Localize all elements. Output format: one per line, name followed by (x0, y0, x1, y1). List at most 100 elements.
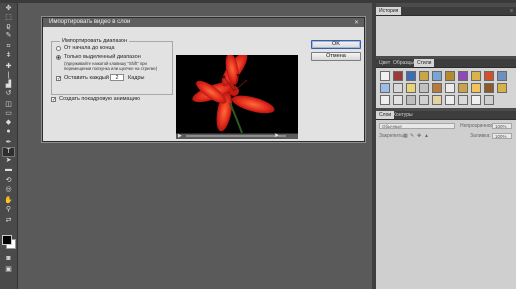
quick-select-tool-icon[interactable]: ✎ (3, 32, 14, 40)
layers-panel: Обычные Непрозрачность: 100% Закрепить: … (376, 120, 516, 289)
styles-panel-tabbar: Цвет Образцы Стили (376, 59, 516, 68)
dodge-tool-icon[interactable]: ● (3, 128, 14, 136)
option-full-label: От начала до конца (64, 45, 115, 51)
style-swatch[interactable] (432, 71, 442, 81)
panel-dock: История ≡ Цвет Образцы Стили Слои Контур… (376, 3, 516, 289)
layers-panel-tabbar: Слои Контуры (376, 111, 516, 120)
style-swatch[interactable] (432, 83, 442, 93)
scrubber-track[interactable] (186, 135, 286, 137)
keep-every-label: Оставить каждый (64, 75, 109, 81)
foreground-color-swatch[interactable] (2, 235, 12, 245)
eraser-tool-icon[interactable]: ◫ (3, 101, 14, 109)
dialog-body: Импортировать диапазон От начала до конц… (43, 27, 364, 141)
lock-move-icon[interactable]: ✥ (417, 133, 421, 139)
close-icon[interactable]: ✕ (354, 19, 359, 26)
style-swatch[interactable] (380, 71, 390, 81)
frames-label: Кадры (128, 75, 145, 81)
style-swatch[interactable] (380, 95, 390, 105)
style-swatch[interactable] (484, 71, 494, 81)
range-group: Импортировать диапазон От начала до конц… (51, 38, 173, 95)
dialog-title: Импортировать видео в слои (43, 18, 364, 27)
lock-label: Закрепить: (379, 133, 405, 139)
play-icon[interactable]: ▶ (178, 133, 182, 139)
zoom-tool-icon[interactable]: ⚲ (3, 206, 14, 214)
style-swatch[interactable] (419, 95, 429, 105)
style-swatch[interactable] (445, 95, 455, 105)
lock-paint-icon[interactable]: ✎ (410, 133, 414, 139)
tab-swatches[interactable]: Образцы (390, 59, 417, 67)
crop-tool-icon[interactable]: ⌗ (3, 43, 14, 51)
radio-selected-range[interactable] (56, 55, 61, 60)
brush-tool-icon[interactable]: ɭ (3, 72, 14, 80)
lasso-tool-icon[interactable]: ϱ (3, 23, 14, 31)
pen-tool-icon[interactable]: ✒ (3, 139, 14, 147)
style-swatch[interactable] (406, 71, 416, 81)
option-selected-label: Только выделенный диапазон (64, 54, 141, 60)
video-preview (176, 55, 298, 133)
style-swatch[interactable] (497, 71, 507, 81)
screen-mode-icon[interactable]: ▣ (3, 266, 14, 274)
style-swatch[interactable] (393, 95, 403, 105)
style-swatch[interactable] (471, 71, 481, 81)
shape-tool-icon[interactable]: ▬ (3, 166, 14, 174)
style-swatch[interactable] (432, 95, 442, 105)
style-swatch[interactable] (484, 83, 494, 93)
cancel-button[interactable]: Отмена (311, 52, 361, 61)
clone-stamp-tool-icon[interactable]: ▟ (3, 81, 14, 89)
tools-panel: ✥ ⬚ ϱ ✎ ⌗ ǂ ✚ ɭ ▟ ↺ ◫ ▭ ◆ ● ✒ T ➤ ▬ ⟲ ◎ … (0, 3, 18, 289)
scrubber-cursor-icon[interactable]: ➤ (274, 132, 279, 139)
style-swatch[interactable] (458, 71, 468, 81)
keep-every-checkbox[interactable]: ✓ (56, 76, 61, 82)
style-swatch[interactable] (445, 71, 455, 81)
style-swatch[interactable] (380, 83, 390, 93)
frame-animation-checkbox[interactable]: ✓ (51, 97, 56, 103)
fill-field[interactable]: 100% (492, 133, 512, 139)
style-swatch[interactable] (419, 71, 429, 81)
style-swatch[interactable] (445, 83, 455, 93)
import-video-dialog: Импортировать видео в слои ✕ Импортирова… (42, 17, 365, 142)
gradient-tool-icon[interactable]: ▭ (3, 110, 14, 118)
hand-tool-icon[interactable]: ✋ (3, 197, 14, 205)
tab-history[interactable]: История (376, 7, 402, 15)
lock-pixels-icon[interactable]: ▦ (403, 133, 408, 139)
history-brush-tool-icon[interactable]: ↺ (3, 90, 14, 98)
eyedropper-tool-icon[interactable]: ǂ (3, 52, 14, 60)
style-swatch[interactable] (406, 83, 416, 93)
panel-menu-icon[interactable]: ≡ (510, 7, 513, 15)
history-panel (376, 16, 516, 56)
frame-animation-label: Создать покадровую анимацию (59, 96, 140, 102)
swap-colors-icon[interactable]: ⇄ (3, 217, 14, 225)
tab-styles[interactable]: Стили (414, 59, 435, 67)
every-frames-input[interactable]: 2 (110, 74, 124, 81)
style-swatch[interactable] (471, 95, 481, 105)
opacity-field[interactable]: 100% (492, 123, 512, 129)
style-swatch[interactable] (393, 83, 403, 93)
3d-camera-tool-icon[interactable]: ◎ (3, 186, 14, 194)
3d-rotate-tool-icon[interactable]: ⟲ (3, 177, 14, 185)
style-swatch[interactable] (458, 83, 468, 93)
ok-button[interactable]: OK (311, 40, 361, 49)
quick-mask-icon[interactable]: ◙ (3, 255, 14, 263)
style-swatch[interactable] (471, 83, 481, 93)
hint-line-2: перемещении ползунка или щелчке на стрел… (64, 66, 158, 71)
type-tool-icon[interactable]: T (2, 147, 15, 157)
blur-tool-icon[interactable]: ◆ (3, 119, 14, 127)
history-panel-tabbar: История ≡ (376, 7, 516, 16)
style-swatch[interactable] (458, 95, 468, 105)
radio-full-range[interactable] (56, 46, 61, 51)
blend-mode-select[interactable]: Обычные (379, 123, 455, 129)
style-swatch[interactable] (419, 83, 429, 93)
move-tool-icon[interactable]: ✥ (3, 5, 14, 13)
style-swatch[interactable] (484, 95, 494, 105)
style-swatch[interactable] (393, 71, 403, 81)
tab-paths[interactable]: Контуры (390, 111, 416, 119)
style-swatch[interactable] (497, 83, 507, 93)
healing-tool-icon[interactable]: ✚ (3, 63, 14, 71)
video-scrubber[interactable]: ▶ ➤ (176, 133, 298, 139)
lock-all-icon[interactable]: ▲ (424, 133, 429, 139)
style-swatch[interactable] (406, 95, 416, 105)
marquee-tool-icon[interactable]: ⬚ (3, 14, 14, 22)
range-group-label: Импортировать диапазон (60, 38, 130, 44)
lily-flower-image (176, 55, 298, 133)
path-select-tool-icon[interactable]: ➤ (3, 157, 14, 165)
